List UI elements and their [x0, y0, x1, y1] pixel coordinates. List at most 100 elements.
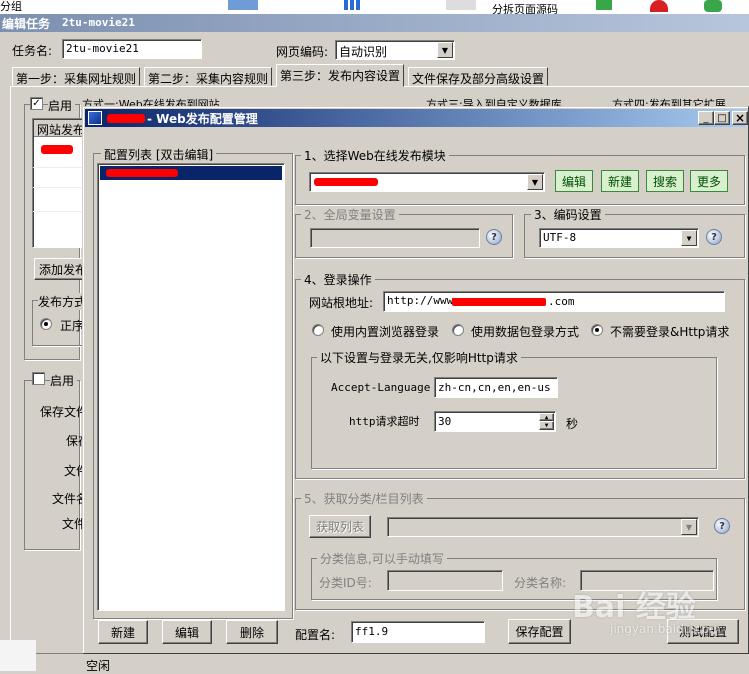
- timeout-input[interactable]: 30 ▲ ▼: [434, 411, 556, 432]
- status-bar: 空闲: [0, 653, 749, 673]
- chevron-down-icon[interactable]: ▼: [437, 42, 453, 58]
- list-row-line: [33, 187, 85, 188]
- save-config-button[interactable]: 保存配置: [508, 619, 571, 644]
- stop-icon: [650, 0, 668, 12]
- login-packet-radio[interactable]: [452, 324, 464, 336]
- tab-step3[interactable]: 第三步：发布内容设置: [276, 64, 405, 87]
- enable2-label: 启用: [50, 372, 78, 389]
- encoding-select[interactable]: 自动识别 ▼: [335, 40, 455, 60]
- get-list-button[interactable]: 获取列表: [309, 515, 371, 538]
- redacted-title: [107, 114, 145, 123]
- publish-order-label: 正序: [60, 319, 85, 333]
- accept-language-label: Accept-Language: [331, 381, 431, 394]
- outer-title: 编辑任务: [2, 17, 51, 31]
- accept-language-value: zh-cn,cn,en,en-us: [438, 381, 551, 394]
- app-icon: [88, 111, 102, 125]
- background-strip: 分组 分拆页面源码: [0, 0, 749, 14]
- outer-title-task: 2tu-movie21: [62, 16, 135, 29]
- config-list-item-selected[interactable]: [100, 166, 282, 180]
- new-config-button[interactable]: 新建: [98, 620, 148, 644]
- redacted-module-name: [314, 178, 378, 186]
- login-none-label: 不需要登录&Http请求: [610, 325, 730, 339]
- watermark-text: Bai 经验: [572, 590, 696, 625]
- recycle-icon: [704, 0, 722, 12]
- arrow-icon: [596, 0, 612, 10]
- module-select[interactable]: ▼: [309, 172, 545, 192]
- chevron-down-icon[interactable]: ▼: [681, 230, 697, 246]
- close-button[interactable]: ×: [732, 111, 748, 125]
- list-row-line: [33, 167, 85, 168]
- section1-label: 1、选择Web在线发布模块: [301, 147, 449, 164]
- redacted-list-item: [41, 145, 73, 154]
- background-group-label: 分组: [0, 0, 22, 13]
- add-publish-button[interactable]: 添加发布: [34, 258, 88, 280]
- config-list-label: 配置列表 [双击编辑]: [101, 146, 217, 163]
- login-browser-radio[interactable]: [312, 324, 324, 336]
- web-publish-config-dialog: - Web发布配置管理 _ □ × 配置列表 [双击编辑] 1、选择Web在线发…: [82, 106, 749, 654]
- new-module-button[interactable]: 新建: [601, 170, 639, 192]
- tab-file-save[interactable]: 文件保存及部分高级设置: [408, 67, 549, 86]
- section3-label: 3、编码设置: [531, 206, 605, 223]
- watermark-sub: jingyan.baidu.com: [610, 622, 721, 636]
- status-bar-white: [0, 640, 36, 671]
- chevron-down-icon[interactable]: ▼: [527, 174, 543, 190]
- spinner-up-icon[interactable]: ▲: [539, 413, 554, 421]
- help-icon[interactable]: ?: [714, 518, 730, 534]
- timeout-spinner[interactable]: ▲ ▼: [539, 413, 554, 430]
- timeout-label: http请求超时: [349, 415, 420, 428]
- tab-step1[interactable]: 第一步：采集网址规则: [12, 67, 141, 86]
- chevron-down-icon: ▼: [681, 519, 697, 535]
- website-publish-list[interactable]: 网站发布: [32, 118, 85, 248]
- redacted-config-item: [106, 169, 178, 177]
- root-url-suffix: .com: [548, 295, 575, 308]
- tab-step2[interactable]: 第二步：采集内容规则: [144, 67, 273, 86]
- list-header: 网站发布: [34, 120, 84, 137]
- encoding-dropdown[interactable]: UTF-8 ▼: [539, 228, 699, 248]
- root-url-prefix: http://www.: [387, 294, 460, 307]
- help-icon[interactable]: ?: [706, 229, 722, 245]
- login-packet-label: 使用数据包登录方式: [471, 325, 580, 339]
- edit-module-button[interactable]: 编辑: [555, 170, 593, 192]
- config-list[interactable]: [97, 163, 285, 611]
- save-file-label: 保存文件: [40, 405, 89, 419]
- search-module-button[interactable]: 搜索: [646, 170, 684, 192]
- category-list-select: ▼: [387, 517, 699, 537]
- root-url-input[interactable]: http://www. .com: [383, 291, 725, 312]
- maximize-button[interactable]: □: [714, 111, 730, 125]
- list-row-line: [33, 211, 85, 212]
- outer-title-bar: 编辑任务 2tu-movie21: [0, 14, 749, 32]
- toolbar-icon-1: [228, 0, 258, 10]
- login-none-radio[interactable]: [591, 324, 603, 336]
- encoding-dropdown-value: UTF-8: [543, 231, 577, 244]
- delete-config-button[interactable]: 删除: [226, 620, 278, 644]
- login-browser-label: 使用内置浏览器登录: [331, 325, 440, 339]
- section2-label: 2、全局变量设置: [301, 206, 399, 223]
- task-name-label: 任务名:: [12, 44, 53, 58]
- section5-label: 5、获取分类/栏目列表: [301, 490, 427, 507]
- more-module-button[interactable]: 更多: [690, 170, 728, 192]
- global-vars-input: [310, 228, 480, 248]
- category-name-label: 分类名称:: [514, 576, 567, 590]
- accept-language-input[interactable]: zh-cn,cn,en,en-us: [434, 377, 558, 398]
- chart-icon: [344, 0, 360, 10]
- encoding-label: 网页编码:: [276, 45, 329, 59]
- config-name-label: 配置名:: [295, 628, 336, 642]
- publish-order-radio[interactable]: [40, 318, 52, 330]
- minimize-button[interactable]: _: [698, 111, 714, 125]
- config-name-input[interactable]: ff1.9: [351, 621, 485, 643]
- edit-config-button[interactable]: 编辑: [162, 620, 212, 644]
- help-icon[interactable]: ?: [486, 229, 502, 245]
- root-url-label: 网站根地址:: [309, 296, 374, 310]
- task-name-value: 2tu-movie21: [66, 42, 139, 55]
- spinner-down-icon[interactable]: ▼: [539, 421, 554, 430]
- enable1-checkbox[interactable]: ✓: [30, 97, 43, 110]
- redacted-domain: [452, 298, 546, 306]
- dialog-title-bar: - Web发布配置管理 _ □ ×: [85, 109, 748, 127]
- publish-method-label: 发布方式: [38, 293, 87, 310]
- timeout-unit: 秒: [566, 417, 579, 431]
- background-source-label: 分拆页面源码: [492, 3, 558, 14]
- baidu-watermark: Bai 经验 jingyan.baidu.com: [572, 582, 742, 652]
- http-settings-label: 以下设置与登录无关,仅影响Http请求: [317, 349, 521, 366]
- enable2-checkbox[interactable]: [32, 372, 45, 385]
- task-name-input[interactable]: 2tu-movie21: [62, 39, 202, 59]
